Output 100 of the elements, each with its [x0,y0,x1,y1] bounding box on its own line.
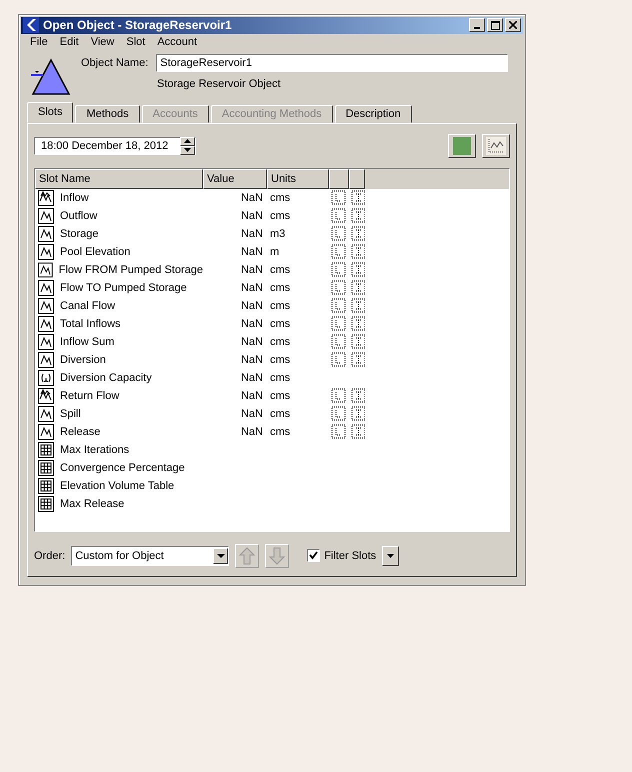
column-header[interactable]: Units [267,168,329,189]
slot-units: cms [270,336,290,348]
color-button[interactable] [448,134,476,158]
menu-item[interactable]: Edit [54,36,84,48]
slot-name: Inflow Sum [60,336,114,348]
slot-value: NaN [240,408,263,420]
up-arrow-icon [239,546,256,565]
slot-units: cms [270,300,290,312]
up-arrow-icon [184,139,191,144]
order-label: Order: [34,550,66,562]
app-icon [23,17,39,34]
wave-icon [38,424,54,440]
object-name-field[interactable]: StorageReservoir1 [156,54,508,72]
column-header[interactable] [329,168,349,189]
maximize-button[interactable] [487,18,503,32]
slot-name: Flow TO Pumped Storage [60,282,187,294]
slot-value: NaN [240,318,263,330]
checkmark-icon [309,551,318,560]
slot-name: Total Inflows [60,318,121,330]
scalar-icon [38,370,54,386]
slot-value: NaN [240,210,263,222]
slot-value: NaN [240,246,263,258]
wave-icon [38,406,54,422]
slot-value: NaN [240,426,263,438]
tab[interactable]: Methods [75,104,140,123]
slot-value: NaN [240,372,263,384]
slot-value: NaN [240,336,263,348]
slot-name: Diversion Capacity [60,372,152,384]
grid-icon [38,496,54,512]
slot-value: NaN [240,300,263,312]
slot-units: cms [270,426,290,438]
wave-icon [38,226,54,242]
column-header[interactable]: Slot Name [35,168,203,189]
tab[interactable]: Description [334,104,412,123]
slot-name: Storage [60,228,99,240]
filter-slots-label: Filter Slots [324,550,376,562]
caret-icon [387,554,394,558]
menu-item[interactable]: Slot [121,36,150,48]
swatch-icon [453,136,471,155]
menu-item[interactable]: Account [152,36,202,48]
slot-name: Max Iterations [60,444,130,456]
slot-name: Canal Flow [60,300,116,312]
slot-name: Release [60,426,100,438]
slot-name: Max Release [60,498,124,510]
down-arrow-icon [269,546,286,565]
slot-units: cms [270,408,290,420]
slot-value: NaN [240,390,263,402]
close-button[interactable] [505,18,521,32]
slot-value: NaN [240,192,263,204]
column-header[interactable] [349,168,365,189]
reservoir-icon [31,58,71,96]
column-header[interactable]: Value [203,168,267,189]
object-name-label: Object Name: [81,57,148,70]
minimize-button[interactable] [469,18,485,32]
chart-icon [486,136,506,155]
slot-units: cms [270,354,290,366]
slot-value: NaN [240,264,263,276]
slot-value: NaN [240,354,263,366]
slot-value: NaN [240,282,263,294]
maximize-icon [490,20,500,30]
wave-icon [38,316,54,332]
object-type-label: Storage Reservoir Object [156,78,282,90]
menu-item[interactable]: View [86,36,120,48]
move-down-button[interactable] [265,544,290,568]
wave-icon [38,208,54,224]
wave-icon [38,298,54,314]
slot-units: cms [270,282,290,294]
tab[interactable]: Slots [27,102,74,123]
plot-button[interactable] [482,134,510,158]
wave-icon [38,244,54,260]
slot-name: Diversion [60,354,106,366]
caret-icon [216,554,225,558]
filter-menu-button[interactable] [382,546,400,566]
slot-name: Flow FROM Pumped Storage [58,264,203,276]
slot-units: cms [270,318,290,330]
slot-units: cms [270,210,290,222]
slot-name: Return Flow [60,390,120,402]
slot-name: Spill [60,408,81,420]
wave-icon [38,352,54,368]
slot-units: cms [270,192,290,204]
slot-name: Convergence Percentage [60,462,185,474]
slot-units: cms [270,372,290,384]
wave-icon [38,334,54,350]
slot-name: Inflow [60,192,89,204]
slot-name: Pool Elevation [60,246,130,258]
menu-item[interactable]: File [25,36,53,48]
slot-units: m [270,246,280,258]
date-spinner[interactable]: 18:00 December 18, 2012 [34,136,196,155]
slot-name: Elevation Volume Table [60,480,174,492]
order-dropdown[interactable]: Custom for Object [71,546,230,566]
slot-name: Outflow [60,210,98,222]
filter-slots-checkbox[interactable] [307,549,320,562]
slot-value: NaN [240,228,263,240]
double-wave-icon [38,388,54,404]
wave-icon [38,280,54,296]
down-arrow-icon [184,148,191,152]
move-up-button[interactable] [235,544,260,568]
window-title: Open Object - StorageReservoir1 [43,18,233,32]
grid-icon [38,460,54,476]
double-wave-icon [38,190,54,206]
